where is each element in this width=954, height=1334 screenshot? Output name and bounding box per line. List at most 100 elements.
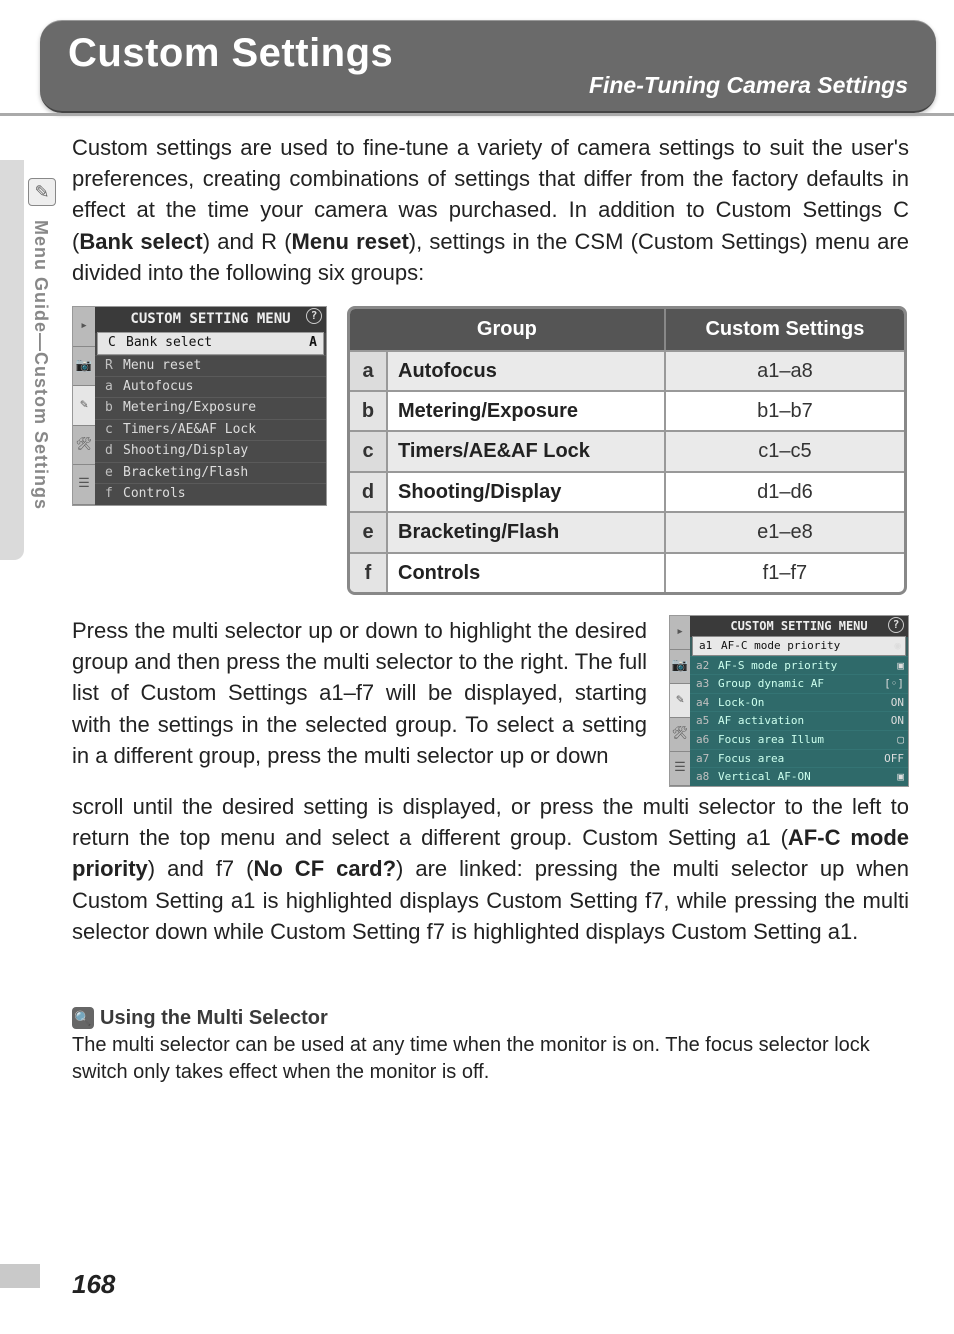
lcd-item-label: Group dynamic AF bbox=[718, 676, 824, 692]
lcd-item-label: Focus area Illum bbox=[718, 732, 824, 748]
lcd-submenu-item: a3Group dynamic AF [◦] bbox=[690, 674, 908, 693]
lcd-tab-icon: 🛠 bbox=[670, 718, 690, 752]
lcd-item-code: a bbox=[105, 378, 123, 396]
lcd-tab-icon: 📷 bbox=[670, 650, 690, 684]
tip-body: The multi selector can be used at any ti… bbox=[72, 1032, 909, 1086]
lcd-item-code: R bbox=[105, 357, 123, 375]
lcd-item-code: e bbox=[105, 464, 123, 482]
lcd-submenu-item: a7Focus area OFF bbox=[690, 749, 908, 768]
lcd-item-label: Shooting/Display bbox=[123, 442, 248, 460]
no-cf-card-label: No CF card? bbox=[253, 856, 396, 881]
lcd-tab-icon: ✎ bbox=[670, 684, 690, 718]
lcd-item-code: a2 bbox=[696, 658, 718, 674]
lcd-item-value: OFF bbox=[884, 751, 904, 767]
group-name: Autofocus bbox=[386, 350, 664, 390]
settings-range: f1–f7 bbox=[664, 552, 904, 592]
lcd-item-label: Metering/Exposure bbox=[123, 399, 256, 417]
lcd-item-code: a5 bbox=[696, 713, 718, 729]
lcd-item-label: Lock-On bbox=[718, 695, 764, 711]
col-group-header: Group bbox=[350, 309, 664, 349]
lcd-title-text: CUSTOM SETTING MENU bbox=[730, 619, 867, 633]
lcd-tab-icon: ▸ bbox=[670, 616, 690, 650]
pencil-icon: ✎ bbox=[28, 178, 56, 206]
group-code: e bbox=[350, 511, 386, 551]
table-row: bMetering/Exposureb1–b7 bbox=[350, 390, 904, 430]
lcd-menu-list: CBank selectRMenu resetaAutofocusbMeteri… bbox=[95, 332, 326, 505]
lcd-item-value: ▣ bbox=[897, 769, 904, 785]
magnifier-icon: 🔍 bbox=[72, 1007, 94, 1029]
lcd-side-tabs: ▸📷✎🛠☰ bbox=[670, 616, 690, 786]
settings-range: e1–e8 bbox=[664, 511, 904, 551]
lcd-menu-item: CBank select bbox=[97, 332, 324, 354]
group-name: Timers/AE&AF Lock bbox=[386, 430, 664, 470]
table-row: fControlsf1–f7 bbox=[350, 552, 904, 592]
instruction-mid1: ) and f7 ( bbox=[148, 856, 254, 881]
side-tab: ✎ Menu Guide—Custom Settings bbox=[0, 160, 64, 560]
lcd-tab-icon: 🛠 bbox=[73, 426, 95, 466]
table-row: aAutofocusa1–a8 bbox=[350, 350, 904, 390]
group-name: Metering/Exposure bbox=[386, 390, 664, 430]
group-code: f bbox=[350, 552, 386, 592]
help-icon: ? bbox=[888, 617, 904, 633]
lcd-tab-icon: ✎ bbox=[73, 386, 95, 426]
lcd-menu-item: eBracketing/Flash bbox=[95, 462, 326, 483]
lcd-title-text: CUSTOM SETTING MENU bbox=[130, 311, 290, 327]
lcd-item-code: c bbox=[105, 421, 123, 439]
lcd-item-code: a4 bbox=[696, 695, 718, 711]
lcd-title: CUSTOM SETTING MENU ? bbox=[95, 307, 326, 333]
group-name: Bracketing/Flash bbox=[386, 511, 664, 551]
instruction-paragraph-full: scroll until the desired setting is disp… bbox=[72, 791, 909, 947]
lcd-item-value: ▣ bbox=[897, 658, 904, 674]
lcd-item-code: a7 bbox=[696, 751, 718, 767]
header-rule bbox=[0, 113, 954, 116]
lcd-item-label: Focus area bbox=[718, 751, 784, 767]
tip-box: 🔍 Using the Multi Selector The multi sel… bbox=[72, 1007, 909, 1086]
lcd-item-value: ON bbox=[891, 713, 904, 729]
lcd-item-value: ▢ bbox=[897, 732, 904, 748]
group-code: b bbox=[350, 390, 386, 430]
settings-range: c1–c5 bbox=[664, 430, 904, 470]
lcd-item-label: AF-S mode priority bbox=[718, 658, 837, 674]
lcd-item-code: d bbox=[105, 442, 123, 460]
group-code: c bbox=[350, 430, 386, 470]
settings-range: a1–a8 bbox=[664, 350, 904, 390]
help-icon: ? bbox=[306, 308, 322, 324]
page-header: Custom Settings Fine-Tuning Camera Setti… bbox=[40, 20, 936, 113]
lcd-item-code: C bbox=[108, 334, 126, 352]
lcd-submenu-item: a5AF activation ON bbox=[690, 711, 908, 730]
page-tab-stub bbox=[0, 1264, 40, 1288]
page-number: 168 bbox=[72, 1269, 115, 1300]
side-tab-bar bbox=[0, 160, 24, 560]
lcd-item-label: AF activation bbox=[718, 713, 804, 729]
col-settings-header: Custom Settings bbox=[664, 309, 904, 349]
lcd-menu-item: fControls bbox=[95, 483, 326, 504]
lcd-item-code: b bbox=[105, 399, 123, 417]
lcd-item-label: Controls bbox=[123, 485, 186, 503]
lcd-item-value: ◉ bbox=[894, 638, 901, 654]
side-tab-label: Menu Guide—Custom Settings bbox=[30, 220, 51, 510]
lcd-menu-item: aAutofocus bbox=[95, 376, 326, 397]
lcd-menu-item: bMetering/Exposure bbox=[95, 397, 326, 418]
lcd-item-label: Bank select bbox=[126, 334, 212, 352]
page-subtitle: Fine-Tuning Camera Settings bbox=[68, 72, 908, 99]
lcd-menu-item: RMenu reset bbox=[95, 355, 326, 376]
lcd-item-code: a3 bbox=[696, 676, 718, 692]
instruction-full-pre: scroll until the desired setting is disp… bbox=[72, 794, 909, 850]
tip-heading: 🔍 Using the Multi Selector bbox=[72, 1007, 909, 1030]
intro-paragraph: Custom settings are used to fine-tune a … bbox=[72, 132, 909, 288]
table-row: dShooting/Displayd1–d6 bbox=[350, 471, 904, 511]
lcd-tab-icon: ▸ bbox=[73, 307, 95, 347]
lcd-tab-icon: ☰ bbox=[670, 752, 690, 786]
lcd-item-code: a8 bbox=[696, 769, 718, 785]
group-code: d bbox=[350, 471, 386, 511]
settings-groups-table: Group Custom Settings aAutofocusa1–a8bMe… bbox=[347, 306, 907, 595]
lcd-item-label: Vertical AF-ON bbox=[718, 769, 811, 785]
lcd-item-code: a1 bbox=[699, 638, 721, 654]
lcd-submenu-item: a6Focus area Illum▢ bbox=[690, 730, 908, 749]
instruction-paragraph-left: Press the multi selector up or down to h… bbox=[72, 615, 647, 771]
lcd-item-value: [◦] bbox=[884, 676, 904, 692]
lcd-item-label: Bracketing/Flash bbox=[123, 464, 248, 482]
intro-menu-reset: Menu reset bbox=[292, 229, 409, 254]
intro-text-2: ) and R ( bbox=[203, 229, 292, 254]
lcd-submenu-item: a2AF-S mode priority ▣ bbox=[690, 656, 908, 675]
